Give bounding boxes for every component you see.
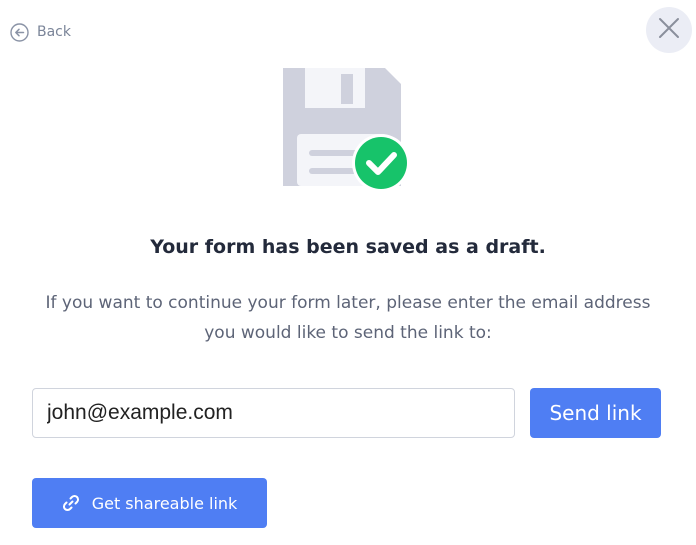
get-shareable-link-label: Get shareable link xyxy=(91,493,238,513)
send-link-button[interactable]: Send link xyxy=(530,388,661,438)
email-field[interactable] xyxy=(32,388,515,438)
dialog-title: Your form has been saved as a draft. xyxy=(150,236,546,258)
back-link[interactable]: Back xyxy=(10,22,71,42)
floppy-disk-icon xyxy=(283,68,411,193)
check-circle-icon xyxy=(352,134,410,192)
close-icon xyxy=(658,17,680,43)
save-draft-dialog: Back Your form has been saved as a draft… xyxy=(0,0,696,545)
arrow-left-circle-icon xyxy=(10,22,29,42)
send-link-label: Send link xyxy=(549,401,642,425)
get-shareable-link-button[interactable]: Get shareable link xyxy=(32,478,267,528)
dialog-description: If you want to continue your form later,… xyxy=(45,293,651,343)
back-label: Back xyxy=(37,24,71,40)
close-button[interactable] xyxy=(646,7,692,53)
link-icon xyxy=(62,494,80,512)
